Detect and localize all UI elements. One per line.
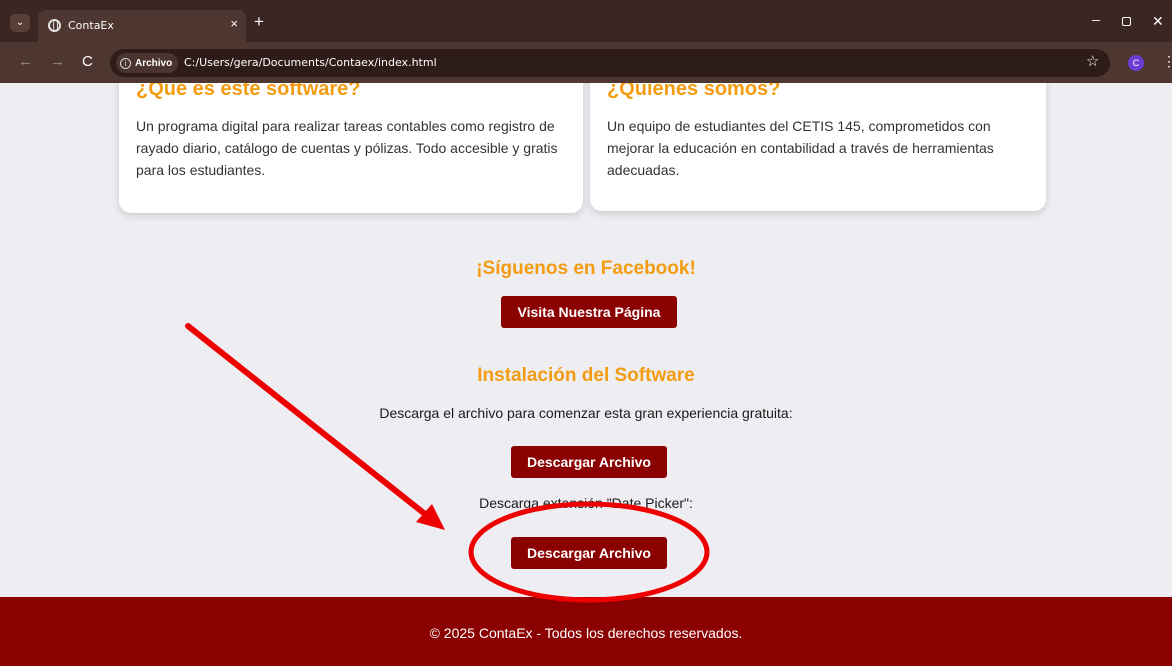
extension-description: Descarga extensión "Date Picker":: [479, 495, 693, 511]
footer: © 2025 ContaEx - Todos los derechos rese…: [0, 597, 1172, 666]
download-file-button[interactable]: Descargar Archivo: [511, 446, 667, 478]
reload-icon[interactable]: C: [82, 53, 93, 70]
browser-toolbar: ← → C i Archivo C:/Users/gera/Documents/…: [0, 42, 1172, 83]
tab-search-icon[interactable]: ⌄: [10, 14, 30, 32]
install-description: Descarga el archivo para comenzar esta g…: [379, 405, 793, 421]
page-content: ¿Qué es este software? Un programa digit…: [0, 83, 1172, 666]
new-tab-button[interactable]: +: [254, 12, 264, 32]
bookmark-star-icon[interactable]: ☆: [1086, 52, 1099, 70]
address-bar[interactable]: i Archivo C:/Users/gera/Documents/Contae…: [110, 49, 1110, 77]
card-title: ¿Qué es este software?: [136, 83, 361, 100]
maximize-icon[interactable]: [1122, 17, 1131, 26]
tab-title: ContaEx: [68, 19, 114, 32]
install-section-title: Instalación del Software: [477, 365, 695, 386]
download-extension-button[interactable]: Descargar Archivo: [511, 537, 667, 569]
about-us-card: ¿Quiénes somos? Un equipo de estudiantes…: [590, 83, 1046, 211]
window-close-icon[interactable]: ✕: [1152, 13, 1164, 30]
kebab-menu-icon[interactable]: ⋮: [1162, 53, 1172, 70]
visit-page-button[interactable]: Visita Nuestra Página: [501, 296, 677, 328]
about-software-card: ¿Qué es este software? Un programa digit…: [119, 83, 583, 213]
card-text: Un equipo de estudiantes del CETIS 145, …: [607, 118, 994, 178]
card-text: Un programa digital para realizar tareas…: [136, 118, 558, 178]
site-info-label: Archivo: [135, 57, 173, 69]
browser-tab[interactable]: ContaEx ×: [38, 10, 246, 42]
card-title: ¿Quiénes somos?: [607, 83, 781, 100]
site-info-chip[interactable]: i Archivo: [116, 53, 179, 73]
info-icon: i: [120, 57, 131, 69]
footer-text: © 2025 ContaEx - Todos los derechos rese…: [429, 625, 743, 641]
globe-icon: [48, 19, 61, 32]
url-text[interactable]: C:/Users/gera/Documents/Contaex/index.ht…: [184, 56, 437, 69]
profile-avatar[interactable]: C: [1128, 55, 1144, 71]
tab-close-icon[interactable]: ×: [230, 16, 238, 31]
minimize-icon[interactable]: –: [1092, 11, 1100, 27]
browser-tab-bar: ⌄ ContaEx × + – ✕: [0, 0, 1172, 42]
facebook-section-title: ¡Síguenos en Facebook!: [476, 258, 696, 279]
back-icon[interactable]: ←: [18, 53, 33, 70]
forward-icon[interactable]: →: [50, 53, 65, 70]
